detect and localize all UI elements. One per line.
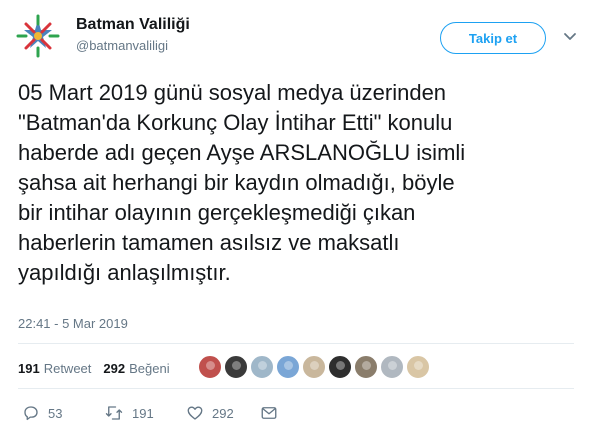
governorship-logo-icon — [15, 13, 61, 59]
reply-count: 53 — [48, 405, 63, 421]
like-button[interactable]: 292 — [186, 402, 234, 424]
account-handle[interactable]: @batmanvaliligi — [76, 38, 168, 53]
avatar-figure-icon — [362, 361, 371, 370]
retweet-button[interactable]: 191 — [104, 402, 154, 424]
tweet-text: 05 Mart 2019 günü sosyal medya üzerinden… — [18, 80, 466, 285]
retweet-icon — [105, 406, 123, 420]
account-name[interactable]: Batman Valiliği — [76, 16, 190, 34]
avatar-figure-icon — [310, 361, 319, 370]
liker-avatar[interactable] — [302, 355, 326, 379]
envelope-icon — [261, 407, 277, 419]
reply-icon — [24, 406, 38, 421]
more-options[interactable] — [562, 28, 578, 44]
divider — [18, 388, 574, 389]
liker-avatar[interactable] — [276, 355, 300, 379]
retweet-label[interactable]: Retweet — [44, 361, 92, 376]
tweet-stats: 191 Retweet 292 Beğeni — [18, 356, 182, 380]
like-count[interactable]: 292 — [103, 361, 125, 376]
follow-button[interactable]: Takip et — [440, 22, 546, 54]
like-action-count: 292 — [212, 405, 234, 421]
liker-avatar[interactable] — [354, 355, 378, 379]
avatar-figure-icon — [284, 361, 293, 370]
heart-icon — [187, 406, 203, 420]
divider — [18, 343, 574, 344]
tweet: Batman Valiliği @batmanvaliligi Takip et… — [0, 0, 592, 439]
liker-avatar[interactable] — [250, 355, 274, 379]
avatar-figure-icon — [232, 361, 241, 370]
liker-avatar[interactable] — [224, 355, 248, 379]
avatar-figure-icon — [206, 361, 215, 370]
avatar-figure-icon — [258, 361, 267, 370]
liker-avatar[interactable] — [406, 355, 430, 379]
like-label[interactable]: Beğeni — [129, 361, 169, 376]
liker-avatar[interactable] — [328, 355, 352, 379]
avatar-figure-icon — [414, 361, 423, 370]
liker-avatar[interactable] — [380, 355, 404, 379]
direct-message-button[interactable] — [260, 402, 278, 424]
reply-button[interactable]: 53 — [22, 402, 62, 424]
retweet-count[interactable]: 191 — [18, 361, 40, 376]
avatar[interactable] — [14, 12, 62, 60]
tweet-timestamp[interactable]: 22:41 - 5 Mar 2019 — [18, 316, 128, 331]
retweet-action-count: 191 — [132, 405, 154, 421]
avatar-figure-icon — [336, 361, 345, 370]
liker-avatar[interactable] — [198, 355, 222, 379]
avatar-figure-icon — [388, 361, 397, 370]
chevron-down-icon — [564, 33, 576, 40]
